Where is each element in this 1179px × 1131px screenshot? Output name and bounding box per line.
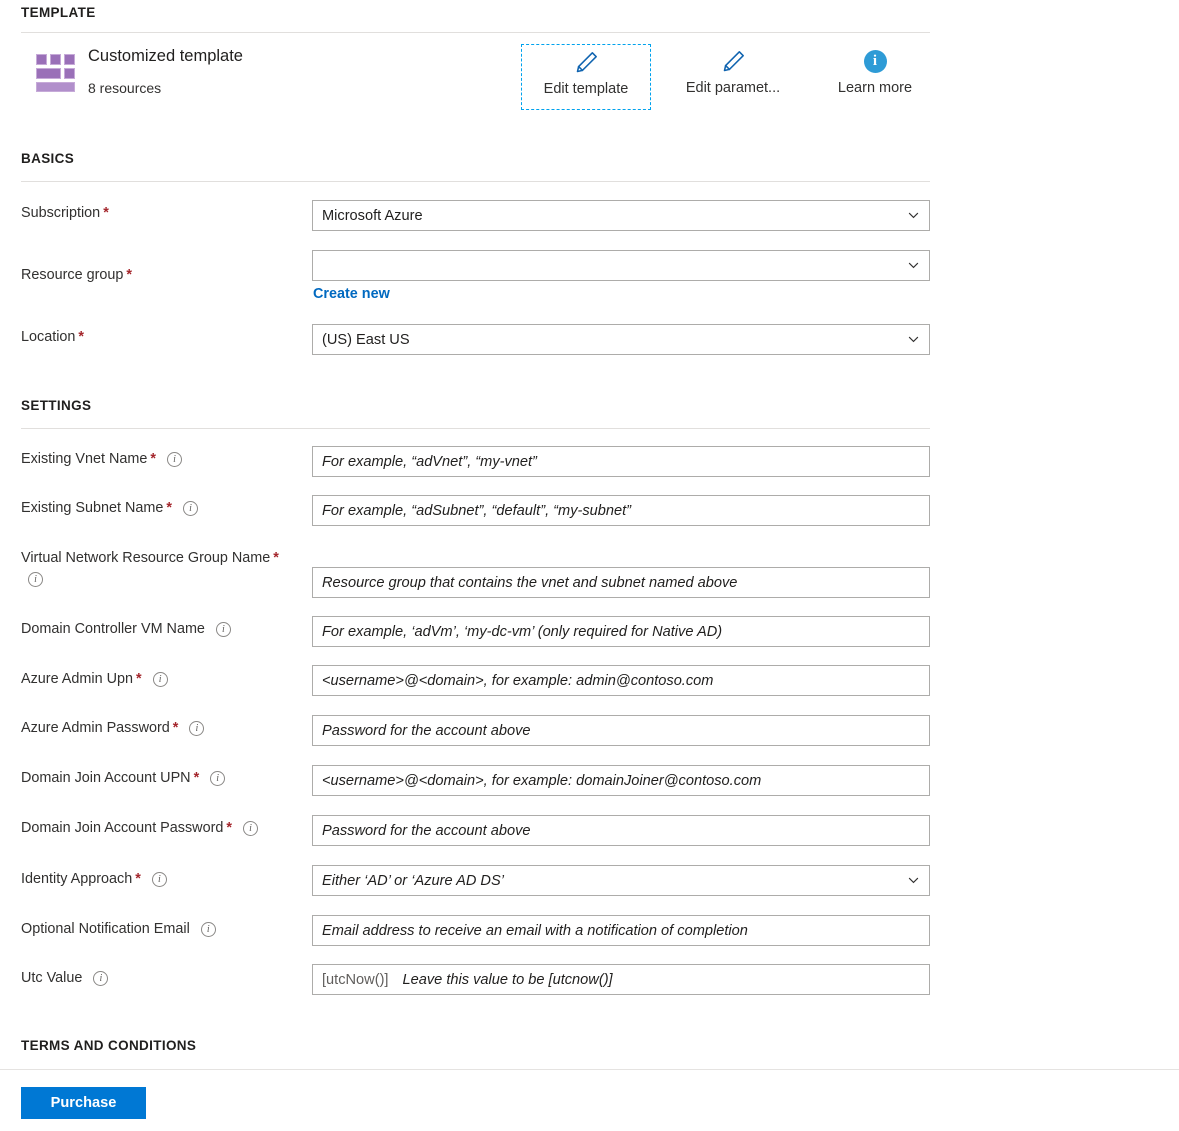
section-header-settings: SETTINGS [21, 398, 92, 413]
template-resource-count: 8 resources [88, 80, 162, 96]
azure-admin-password-label: Azure Admin Password * i [21, 718, 205, 739]
section-header-terms: TERMS AND CONDITIONS [21, 1038, 197, 1053]
domain-join-account-upn-placeholder: <username>@<domain>, for example: domain… [322, 772, 762, 789]
divider-template [21, 32, 930, 33]
existing-vnet-name-input[interactable]: For example, “adVnet”, “my-vnet” [312, 446, 930, 477]
optional-notification-email-placeholder: Email address to receive an email with a… [322, 922, 748, 939]
vnet-resource-group-name-placeholder: Resource group that contains the vnet an… [322, 574, 738, 591]
edit-parameters-button[interactable]: Edit paramet... [668, 44, 798, 110]
location-select[interactable]: (US) East US [312, 324, 930, 355]
pencil-icon [720, 44, 747, 78]
identity-approach-select[interactable]: Either ‘AD’ or ‘Azure AD DS’ [312, 865, 930, 896]
section-header-basics: BASICS [21, 151, 75, 166]
info-icon[interactable]: i [189, 721, 205, 736]
info-icon[interactable]: i [166, 452, 182, 467]
info-icon[interactable]: i [183, 501, 198, 516]
chevron-down-icon [908, 212, 919, 218]
info-icon[interactable]: i [152, 672, 168, 687]
chevron-down-icon [908, 877, 919, 883]
domain-join-account-upn-input[interactable]: <username>@<domain>, for example: domain… [312, 765, 930, 796]
utc-value-text: [utcNow()] [322, 971, 389, 988]
location-value: (US) East US [322, 331, 410, 348]
edit-template-label: Edit template [543, 81, 629, 97]
azure-admin-upn-input[interactable]: <username>@<domain>, for example: admin@… [312, 665, 930, 696]
pencil-icon [573, 45, 600, 79]
optional-notification-email-input[interactable]: Email address to receive an email with a… [312, 915, 930, 946]
azure-admin-password-input[interactable]: Password for the account above [312, 715, 930, 746]
info-icon[interactable]: i [210, 771, 226, 786]
info-icon[interactable]: i [28, 572, 43, 587]
edit-parameters-label: Edit paramet... [685, 80, 781, 96]
domain-controller-vm-name-placeholder: For example, ‘adVm’, ‘my-dc-vm’ (only re… [322, 623, 723, 640]
domain-join-account-password-input[interactable]: Password for the account above [312, 815, 930, 846]
existing-vnet-name-placeholder: For example, “adVnet”, “my-vnet” [322, 453, 537, 470]
existing-subnet-name-input[interactable]: For example, “adSubnet”, “default”, “my-… [312, 495, 930, 526]
arm-template-deployment-form: TEMPLATE Customized template 8 resources… [0, 0, 1179, 1131]
divider-terms [0, 1069, 1179, 1070]
resource-group-label: Resource group * [21, 267, 133, 283]
identity-approach-label: Identity Approach * i [21, 869, 167, 890]
template-grid-icon [36, 54, 76, 92]
edit-template-button[interactable]: Edit template [521, 44, 651, 110]
info-icon[interactable]: i [200, 922, 216, 937]
azure-admin-upn-placeholder: <username>@<domain>, for example: admin@… [322, 672, 714, 689]
chevron-down-icon [908, 336, 919, 342]
divider-settings [21, 428, 930, 429]
learn-more-button[interactable]: i Learn more [810, 44, 940, 110]
subscription-select[interactable]: Microsoft Azure [312, 200, 930, 231]
existing-subnet-name-placeholder: For example, “adSubnet”, “default”, “my-… [322, 502, 632, 519]
create-new-resource-group-link[interactable]: Create new [313, 286, 390, 302]
resource-group-select[interactable] [312, 250, 930, 281]
domain-join-account-password-label: Domain Join Account Password * i [21, 818, 258, 839]
identity-approach-placeholder: Either ‘AD’ or ‘Azure AD DS’ [322, 872, 504, 889]
info-circle-icon: i [863, 44, 887, 78]
learn-more-label: Learn more [837, 80, 913, 96]
template-title: Customized template [88, 47, 243, 65]
optional-notification-email-label: Optional Notification Email i [21, 919, 216, 940]
utc-value-label: Utc Value i [21, 968, 109, 989]
utc-value-placeholder: Leave this value to be [utcnow()] [402, 971, 613, 988]
domain-join-account-password-placeholder: Password for the account above [322, 822, 531, 839]
info-icon[interactable]: i [151, 872, 167, 887]
chevron-down-icon [908, 262, 919, 268]
subscription-value: Microsoft Azure [322, 207, 423, 224]
vnet-resource-group-name-input[interactable]: Resource group that contains the vnet an… [312, 567, 930, 598]
info-icon[interactable]: i [242, 821, 258, 836]
utc-value-input[interactable]: [utcNow()] Leave this value to be [utcno… [312, 964, 930, 995]
location-label: Location * [21, 329, 85, 345]
info-icon[interactable]: i [93, 971, 109, 986]
purchase-button[interactable]: Purchase [21, 1087, 146, 1119]
azure-admin-password-placeholder: Password for the account above [322, 722, 531, 739]
existing-subnet-name-label: Existing Subnet Name * i [21, 498, 198, 519]
subscription-label: Subscription * [21, 205, 109, 221]
section-header-template: TEMPLATE [21, 5, 96, 20]
vnet-resource-group-name-label: Virtual Network Resource Group Name * i [21, 550, 279, 587]
domain-join-account-upn-label: Domain Join Account UPN * i [21, 768, 226, 789]
info-icon[interactable]: i [215, 622, 231, 637]
existing-vnet-name-label: Existing Vnet Name * i [21, 449, 182, 470]
azure-admin-upn-label: Azure Admin Upn * i [21, 669, 168, 690]
domain-controller-vm-name-input[interactable]: For example, ‘adVm’, ‘my-dc-vm’ (only re… [312, 616, 930, 647]
divider-basics [21, 181, 930, 182]
domain-controller-vm-name-label: Domain Controller VM Name i [21, 619, 231, 640]
